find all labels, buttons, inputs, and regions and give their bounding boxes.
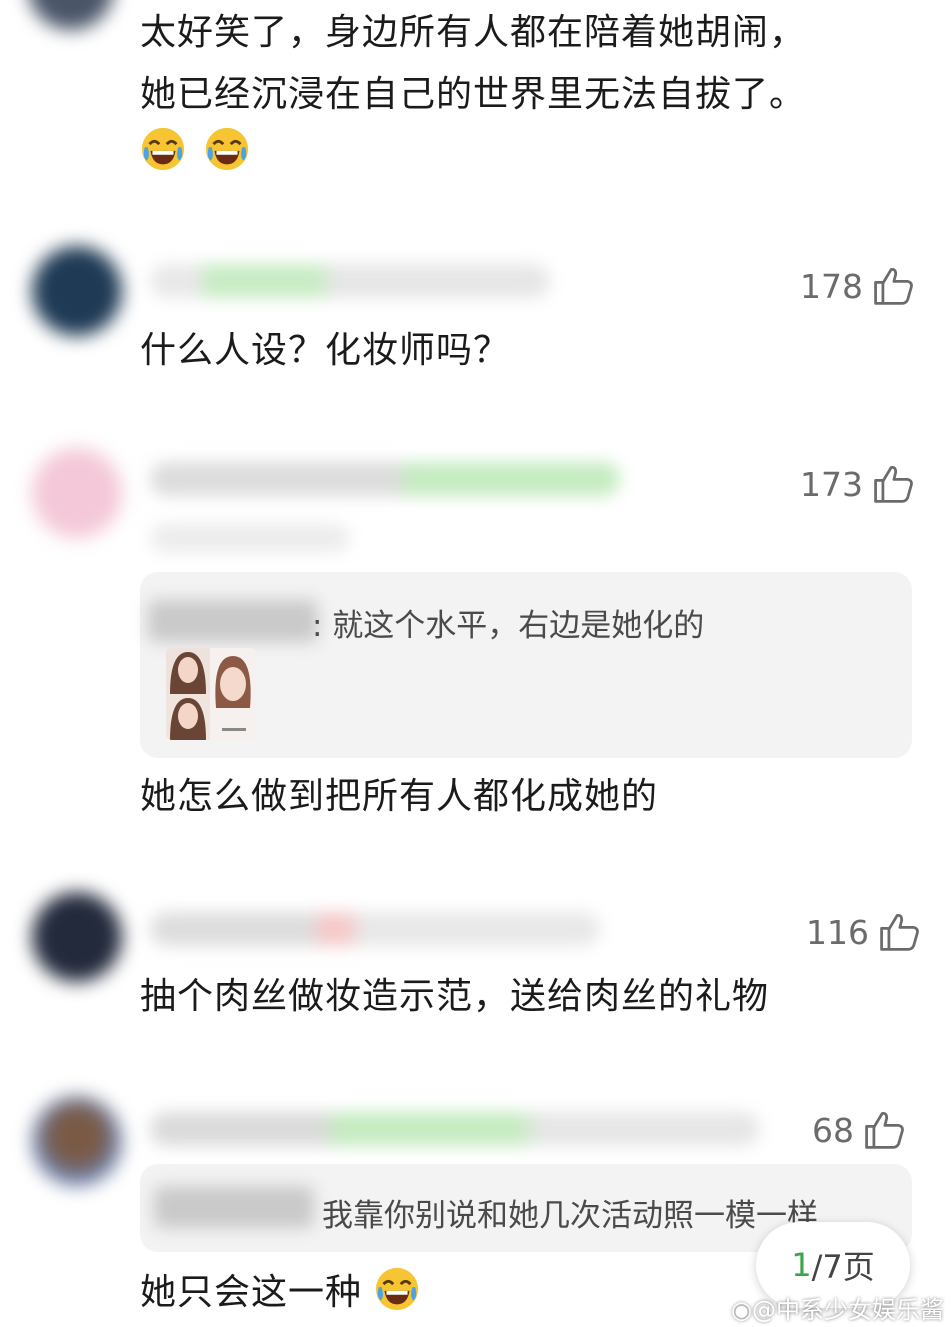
thumbs-up-icon	[874, 466, 913, 503]
total-pages: /7页	[811, 1248, 875, 1286]
like-count: 68	[812, 1110, 854, 1150]
avatar[interactable]	[32, 892, 122, 982]
reply-image-thumbnail[interactable]	[166, 648, 256, 740]
watermark-text: @中系少女娱乐酱	[752, 1296, 944, 1324]
laughing-emoji-icon	[376, 1267, 419, 1311]
meta-blurred	[150, 524, 350, 552]
watermark: ◉@中系少女娱乐酱	[731, 1290, 944, 1325]
reply-username-blurred	[154, 1186, 314, 1228]
like-button[interactable]: 116	[806, 910, 921, 954]
current-page: 1	[791, 1246, 812, 1284]
thumbs-up-icon	[874, 268, 913, 305]
avatar[interactable]	[32, 246, 122, 336]
laughing-emoji-icon	[141, 127, 185, 171]
avatar[interactable]	[28, 0, 114, 30]
reply-username-blurred	[148, 600, 318, 642]
username-blurred	[150, 912, 600, 946]
comment-text: 她只会这一种	[140, 1272, 363, 1313]
like-button[interactable]: 178	[800, 264, 915, 308]
reply-text: : 就这个水平，右边是她化的	[312, 608, 705, 644]
comment-text-line-2: 她已经沉浸在自己的世界里无法自拔了。	[140, 74, 807, 115]
comment-text-with-emoji: 她只会这一种	[140, 1262, 426, 1324]
thumbs-up-icon	[865, 1112, 904, 1149]
reply-text: 我靠你别说和她几次活动照一模一样	[322, 1198, 818, 1234]
laughing-emoji-icon	[206, 127, 249, 171]
username-blurred	[150, 462, 620, 496]
like-button[interactable]: 173	[800, 462, 915, 506]
like-count: 178	[800, 266, 863, 306]
username-blurred	[150, 264, 550, 298]
thumbs-up-icon	[880, 914, 919, 951]
comment-text: 抽个肉丝做妆造示范，送给肉丝的礼物	[140, 976, 770, 1017]
username-blurred	[150, 1112, 760, 1146]
like-count: 116	[806, 912, 869, 952]
comment-text-line-1: 太好笑了，身边所有人都在陪着她胡闹，	[140, 12, 807, 53]
makeup-photo-icon	[166, 648, 256, 740]
like-button[interactable]: 68	[812, 1108, 906, 1152]
weibo-logo-icon: ◉	[731, 1296, 752, 1324]
like-count: 173	[800, 464, 863, 504]
avatar[interactable]	[32, 1096, 122, 1186]
comment-text: 什么人设？化妆师吗？	[140, 330, 511, 371]
emoji-row	[140, 122, 256, 184]
comment-text: 她怎么做到把所有人都化成她的	[140, 776, 659, 817]
avatar[interactable]	[32, 448, 122, 538]
